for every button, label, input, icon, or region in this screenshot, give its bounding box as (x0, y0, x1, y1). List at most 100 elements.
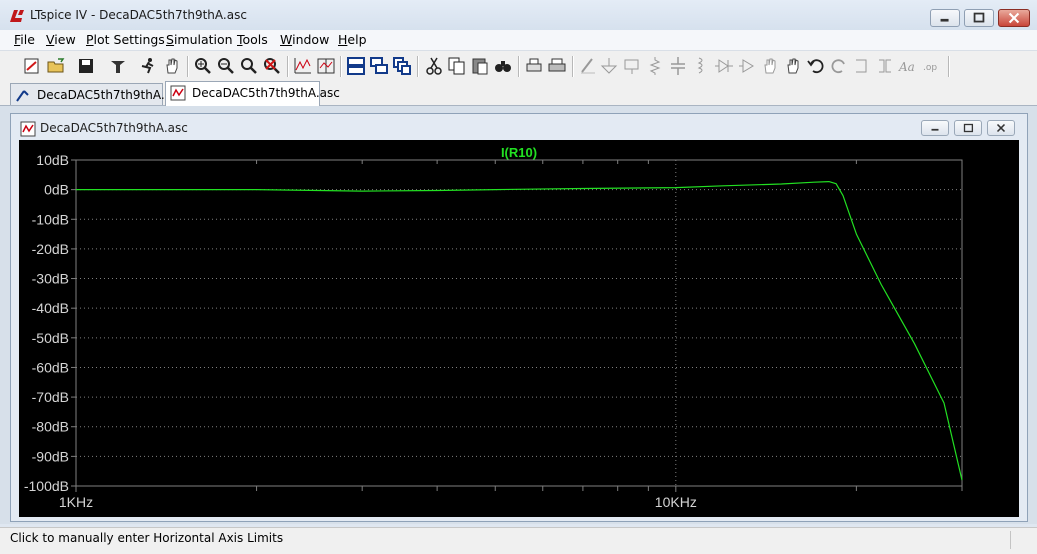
toolbar-separator (187, 56, 189, 77)
spice-directive-icon[interactable]: .op (921, 56, 941, 76)
redo-icon[interactable] (829, 56, 849, 76)
control-panel-icon[interactable] (108, 56, 128, 76)
find-icon[interactable] (493, 56, 513, 76)
y-tick-label: 0dB (44, 182, 69, 198)
minimize-button[interactable] (930, 9, 960, 27)
plot-area[interactable]: 10dB 0dB -10dB -20dB -30dB -40dB -50dB -60dB -70… (19, 140, 1019, 517)
tab-schematic-label: DecaDAC5th7th9thA.asc (37, 88, 185, 102)
menu-window-label: indow (292, 32, 330, 47)
maximize-button[interactable] (964, 9, 994, 27)
pan-icon[interactable] (162, 56, 182, 76)
menu-plot-settings-accel: P (86, 32, 94, 47)
autorange-icon[interactable] (293, 56, 313, 76)
cascade-icon[interactable] (369, 56, 389, 76)
diode-icon[interactable] (714, 56, 734, 76)
tab-schematic[interactable]: DecaDAC5th7th9thA.asc (10, 83, 185, 105)
new-schematic-icon[interactable] (22, 56, 42, 76)
y-tick-label: -60dB (32, 359, 69, 375)
close-icon (996, 123, 1006, 133)
undo-icon[interactable] (806, 56, 826, 76)
ltspice-logo-icon (10, 10, 24, 22)
menu-simulation[interactable]: Simulation (166, 32, 233, 47)
tab-waveform[interactable]: DecaDAC5th7th9thA.asc (165, 81, 340, 106)
trace-name-label[interactable]: I(R10) (501, 145, 537, 160)
tile-vertical-icon[interactable] (392, 56, 412, 76)
text-icon[interactable]: Aa (898, 56, 918, 76)
y-tick-label: -90dB (32, 448, 69, 464)
svg-text:Aa: Aa (898, 60, 915, 74)
toolbar-separator (287, 56, 289, 77)
menu-tools[interactable]: Tools (237, 32, 268, 47)
component-icon[interactable] (737, 56, 757, 76)
restore-icon (963, 123, 974, 133)
plot-close-button[interactable] (987, 120, 1015, 136)
x-tick-label: 10KHz (655, 494, 697, 510)
toolbar-separator (417, 56, 419, 77)
zoom-cancel-icon[interactable] (262, 56, 282, 76)
waveform-icon (170, 85, 186, 101)
menu-file[interactable]: File (14, 32, 35, 47)
label-icon[interactable] (622, 56, 642, 76)
plot-maximize-button[interactable] (954, 120, 982, 136)
title-bar: LTspice IV - DecaDAC5th7th9thA.asc (0, 0, 1037, 30)
series-line-i-r10- (76, 181, 963, 481)
mirror-icon[interactable] (875, 56, 895, 76)
drag-icon[interactable] (783, 56, 803, 76)
paste-icon[interactable] (470, 56, 490, 76)
toolbar: Aa .op (0, 51, 1037, 82)
waveform-chart[interactable]: 10dB 0dB -10dB -20dB -30dB -40dB -50dB -60dB -70… (19, 140, 1019, 517)
move-icon[interactable] (760, 56, 780, 76)
open-icon[interactable] (46, 56, 66, 76)
tab-waveform-label: DecaDAC5th7th9thA.asc (192, 86, 340, 100)
run-icon[interactable] (138, 56, 158, 76)
y-tick-label: -70dB (32, 389, 69, 405)
x-tick-label: 1KHz (59, 494, 93, 510)
svg-text:.op: .op (923, 63, 937, 73)
toolbar-separator (572, 56, 574, 77)
close-button[interactable] (998, 9, 1030, 27)
tile-horizontal-icon[interactable] (346, 56, 366, 76)
zoom-fit-icon[interactable] (239, 56, 259, 76)
inductor-icon[interactable] (691, 56, 711, 76)
y-tick-label: -80dB (32, 419, 69, 435)
zoom-in-icon[interactable] (193, 56, 213, 76)
y-tick-label: -40dB (32, 300, 69, 316)
y-tick-label: 10dB (36, 152, 69, 168)
waveform-icon (20, 121, 36, 137)
ground-icon[interactable] (599, 56, 619, 76)
status-text: Click to manually enter Horizontal Axis … (10, 531, 284, 545)
wire-icon[interactable] (578, 56, 598, 76)
menu-help-accel: H (338, 32, 348, 47)
menu-view[interactable]: View (46, 32, 76, 47)
print-icon[interactable] (547, 56, 567, 76)
menu-view-label: iew (54, 32, 76, 47)
schematic-icon (16, 90, 29, 102)
menu-window[interactable]: Window (280, 32, 329, 47)
status-bar: Click to manually enter Horizontal Axis … (0, 527, 1037, 554)
menu-window-accel: W (280, 32, 293, 47)
capacitor-icon[interactable] (668, 56, 688, 76)
print-preview-icon[interactable] (524, 56, 544, 76)
mark-icon[interactable] (316, 56, 336, 76)
zoom-out-icon[interactable] (216, 56, 236, 76)
toolbar-separator (340, 56, 342, 77)
menu-help[interactable]: Help (338, 32, 367, 47)
menu-tools-label: ools (242, 32, 268, 47)
plot-window: DecaDAC5th7th9thA.asc 10dB 0dB -10dB -20dB -… (10, 113, 1028, 522)
copy-icon[interactable] (447, 56, 467, 76)
tab-strip: DecaDAC5th7th9thA.asc DecaDAC5th7th9thA.… (0, 81, 1037, 106)
plot-frame (75, 159, 963, 487)
cut-icon[interactable] (424, 56, 444, 76)
y-tick-label: -100dB (24, 478, 69, 494)
plot-minimize-button[interactable] (921, 120, 949, 136)
toolbar-separator (948, 56, 950, 77)
resistor-icon[interactable] (645, 56, 665, 76)
y-tick-label: -50dB (32, 330, 69, 346)
menu-plot-settings[interactable]: Plot Settings (86, 32, 165, 47)
minimize-icon (940, 18, 949, 22)
menu-simulation-accel: S (166, 32, 174, 47)
save-icon[interactable] (76, 56, 96, 76)
rotate-icon[interactable] (852, 56, 872, 76)
menu-simulation-label: imulation (173, 32, 233, 47)
y-tick-label: -10dB (32, 211, 69, 227)
